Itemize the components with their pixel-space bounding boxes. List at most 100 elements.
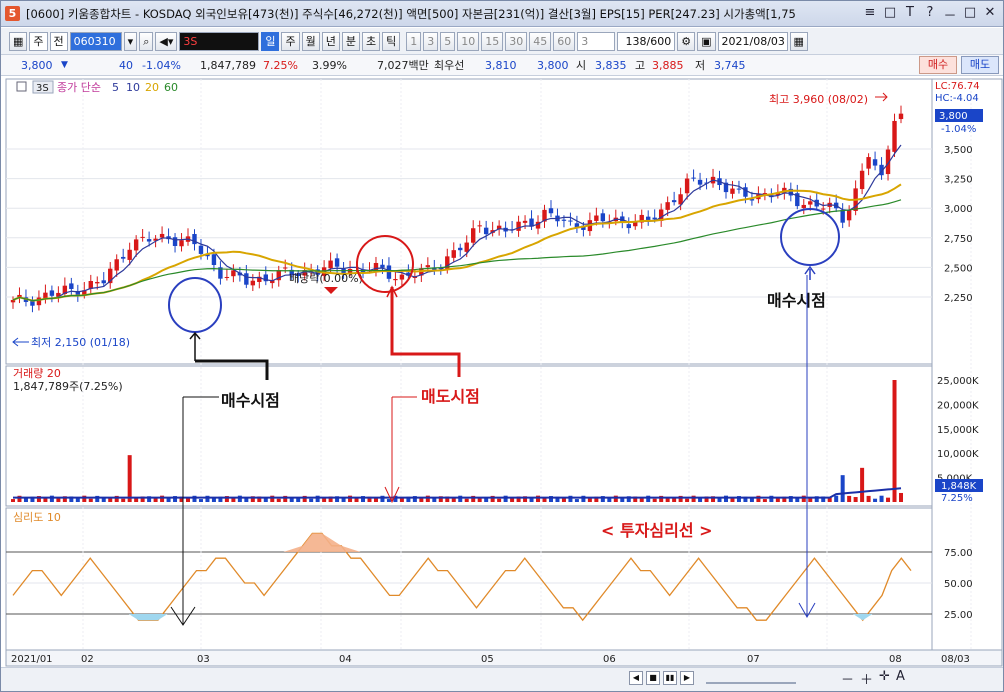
minute-30[interactable]: 30 (505, 31, 528, 51)
minute-5[interactable]: 5 (440, 31, 456, 51)
prev-button[interactable]: 전 (49, 31, 68, 51)
stock-code-input[interactable]: 060310 (69, 31, 122, 51)
pause-icon[interactable]: ▮▮ (663, 671, 677, 685)
zoom-slider[interactable] (706, 672, 796, 684)
interval-second[interactable]: 초 (361, 31, 381, 51)
dropdown-arrow-icon[interactable]: ▾ (123, 31, 138, 51)
ma-10: 10 (126, 81, 140, 94)
candle-body (399, 274, 405, 280)
grid-icon[interactable]: ▦ (9, 31, 28, 51)
scroll-left-icon[interactable]: ◀ (629, 671, 643, 685)
minute-3[interactable]: 3 (423, 31, 439, 51)
restore-icon[interactable]: □ (883, 5, 897, 24)
settings-icon[interactable]: ⚙ (677, 31, 696, 51)
candle-body (211, 254, 217, 266)
date-input[interactable]: 2021/08/03 (717, 31, 788, 51)
candle-body (334, 258, 340, 267)
chart-area[interactable]: 3S 종가 단순 5 10 20 60 최고 3,960 (08/02) 최저 … (1, 77, 1003, 667)
minute-60[interactable]: 60 (553, 31, 576, 51)
candle-body (250, 280, 256, 286)
interval-month[interactable]: 월 (301, 31, 320, 51)
help-icon[interactable]: ? (923, 5, 937, 24)
bid-price: 3,800 (537, 58, 569, 72)
volume-current-rate: 7.25% (941, 493, 973, 504)
candle-body (36, 297, 42, 306)
range-input[interactable]: 138/600 (617, 31, 676, 51)
candle-body (892, 120, 897, 152)
chart-toolbar: ▦ 주 전 060310 ▾ ⌕ ◀▾ 3S 일 주 월 년 분 초 틱 1 3… (1, 28, 1003, 55)
candle-body (477, 225, 482, 227)
x-tick: 04 (339, 654, 352, 665)
minute-1[interactable]: 1 (406, 31, 422, 51)
interval-day[interactable]: 일 (261, 31, 280, 51)
volume-bar (886, 497, 891, 502)
zoom-in-icon[interactable]: ＋ (860, 669, 873, 688)
zoom-out-icon[interactable]: － (841, 669, 854, 688)
minute-10[interactable]: 10 (457, 31, 480, 51)
buy-button[interactable]: 매수 (919, 56, 957, 74)
app-icon: 5 (5, 6, 20, 21)
interval-minute[interactable]: 분 (341, 31, 360, 51)
candle-body (244, 273, 249, 285)
buy-signal-1: 매수시점 (221, 391, 280, 410)
move-icon[interactable]: ✛ (879, 669, 890, 688)
minute-45[interactable]: 45 (529, 31, 552, 51)
zoom-controls: － ＋ ✛ A (841, 669, 905, 688)
quote-bar: 3,800 ▼ 40 -1.04% 1,847,789 7.25% 3.99% … (1, 55, 1003, 76)
low-price: 3,745 (714, 58, 746, 72)
calendar-icon[interactable]: ▦ (789, 31, 808, 51)
scroll-nav: ◀ ■ ▮▮ ▶ (629, 671, 694, 685)
close-icon[interactable]: ✕ (983, 5, 997, 24)
x-axis (5, 649, 1003, 667)
volume-bar (166, 498, 171, 502)
psych-panel (5, 507, 933, 651)
sell-button[interactable]: 매도 (961, 56, 999, 74)
interval-week[interactable]: 주 (281, 31, 300, 51)
stock-type-select[interactable]: 주 (29, 31, 48, 51)
low-note: 최저 2,150 (01/18) (31, 336, 130, 349)
sell-signal: 매도시점 (421, 387, 480, 406)
search-icon[interactable]: ⌕ (139, 31, 154, 51)
volume-bar (309, 498, 314, 502)
volume-bar (892, 380, 897, 502)
menu-icon[interactable]: ≡ (863, 5, 877, 24)
x-tick: 03 (197, 654, 210, 665)
maximize-icon[interactable]: □ (963, 5, 977, 24)
candle-body (665, 202, 670, 210)
speaker-icon[interactable]: ◀▾ (155, 31, 178, 51)
x-tick: 05 (481, 654, 494, 665)
dividend-note: 배당락(0.00%) (289, 272, 363, 285)
candle-body (568, 220, 573, 222)
count-select[interactable]: 3 (577, 31, 616, 51)
psych-line-title: < 투자심리선 > (601, 521, 713, 540)
price-tick: 3,250 (944, 175, 973, 186)
candle-body (522, 220, 528, 223)
price-tick: 2,500 (944, 263, 973, 274)
lc-label: LC:76.74 (935, 81, 980, 92)
minimize-icon[interactable]: － (943, 5, 957, 24)
ma-20: 20 (145, 81, 159, 94)
candle-body (179, 240, 184, 247)
period-input[interactable]: 3S (179, 31, 260, 51)
minute-15[interactable]: 15 (481, 31, 504, 51)
candle-body (872, 159, 878, 166)
font-icon[interactable]: A (896, 669, 905, 688)
interval-tick[interactable]: 틱 (382, 31, 401, 51)
ask-price: 3,810 (485, 58, 517, 72)
x-tick: 02 (81, 654, 94, 665)
interval-year[interactable]: 년 (321, 31, 340, 51)
candle-body (600, 213, 606, 222)
save-icon[interactable]: ▣ (697, 31, 716, 51)
candle-body (859, 170, 865, 190)
volume-bar (354, 498, 359, 502)
scroll-right-icon[interactable]: ▶ (680, 671, 694, 685)
bottom-bar: ◀ ■ ▮▮ ▶ － ＋ ✛ A (1, 667, 1003, 691)
candle-body (120, 256, 126, 259)
candle-body (283, 267, 288, 269)
candle-body (697, 179, 703, 185)
text-icon[interactable]: T (903, 5, 917, 24)
x-tick: 06 (603, 654, 616, 665)
stop-icon[interactable]: ■ (646, 671, 660, 685)
psych-tick: 25.00 (944, 610, 973, 621)
high-note: 최고 3,960 (08/02) (769, 93, 868, 106)
